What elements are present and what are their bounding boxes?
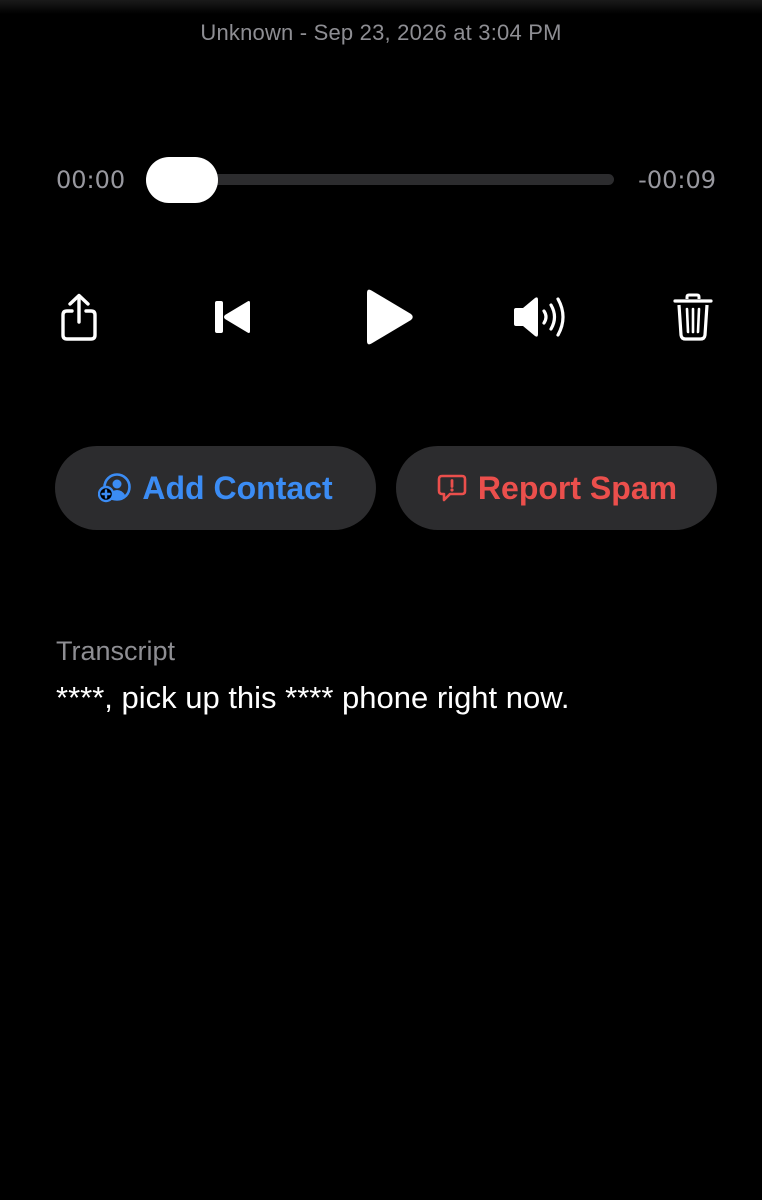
playback-scrubber[interactable]: 00:00 -00:09 (0, 150, 762, 210)
transcript-text: ****, pick up this **** phone right now. (56, 680, 570, 715)
trash-icon (673, 293, 713, 341)
skip-back-button[interactable] (206, 282, 260, 352)
share-icon (59, 292, 99, 342)
report-spam-icon (436, 473, 468, 503)
delete-button[interactable] (664, 282, 722, 352)
play-icon (363, 288, 415, 346)
report-spam-label: Report Spam (477, 469, 678, 506)
elapsed-time: 00:00 (56, 166, 126, 194)
scrubber-thumb[interactable] (146, 157, 218, 203)
transcript-heading: Transcript (56, 636, 176, 666)
add-contact-icon (98, 473, 132, 503)
remaining-time: -00:09 (638, 166, 716, 194)
play-button[interactable] (354, 282, 424, 352)
playback-controls (0, 282, 762, 352)
voicemail-caller-date: Unknown - Sep 23, 2026 at 3:04 PM (200, 20, 562, 45)
scrubber-track[interactable] (150, 174, 614, 185)
skip-back-icon (213, 299, 253, 335)
report-spam-button[interactable]: Report Spam (396, 446, 717, 530)
add-contact-button[interactable]: Add Contact (55, 446, 376, 530)
voicemail-actions: Add Contact Report Spam (0, 446, 762, 532)
share-button[interactable] (52, 282, 106, 352)
speaker-button[interactable] (506, 282, 576, 352)
speaker-icon (511, 294, 571, 340)
top-edge-shade (0, 0, 762, 14)
add-contact-label: Add Contact (142, 469, 333, 506)
